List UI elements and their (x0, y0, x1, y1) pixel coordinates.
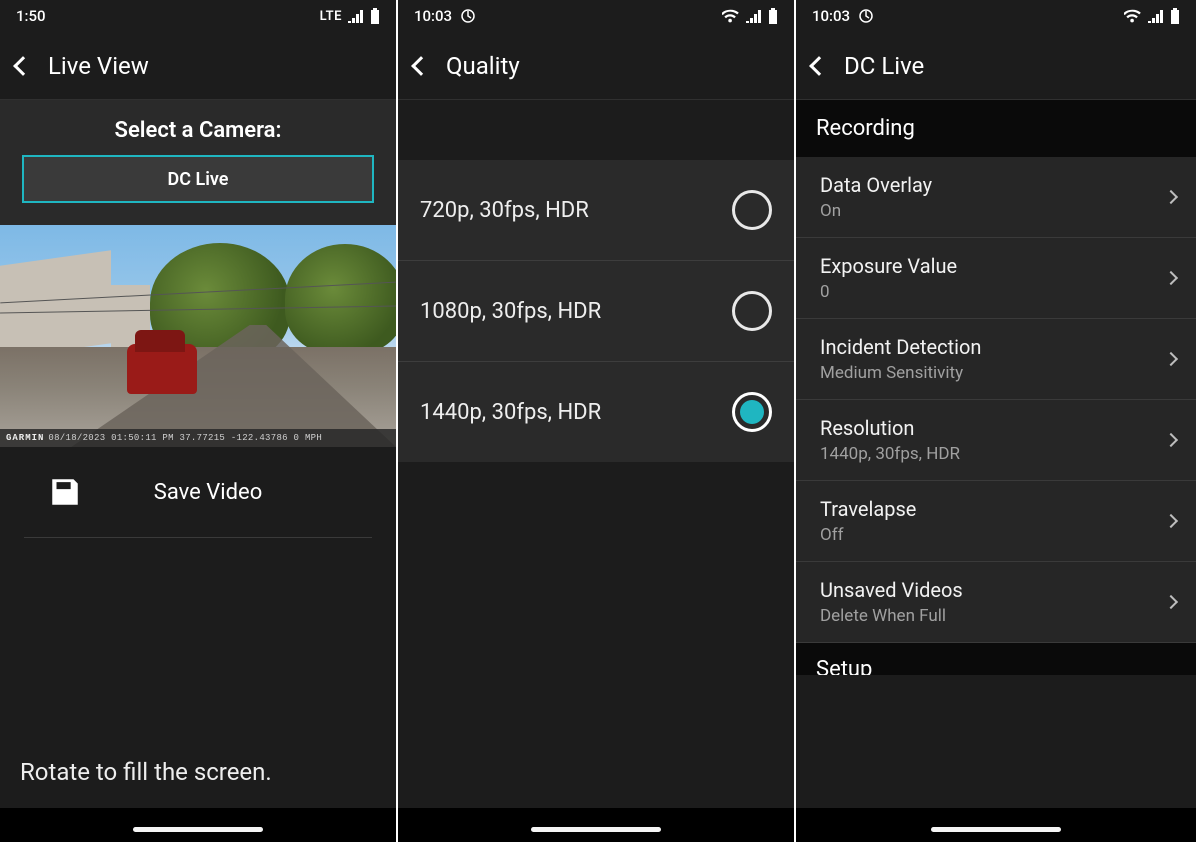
app-status-icon (858, 8, 874, 24)
settings-row-value: 0 (820, 282, 957, 302)
video-overlay-text: GARMIN08/18/2023 01:50:11 PM 37.77215 -1… (0, 429, 396, 447)
section-header-recording: Recording (796, 100, 1196, 157)
wifi-icon (1124, 9, 1142, 23)
back-icon[interactable] (411, 56, 431, 76)
settings-row[interactable]: Incident Detection Medium Sensitivity (796, 319, 1196, 400)
chevron-right-icon (1164, 352, 1178, 366)
settings-row-title: Resolution (820, 416, 960, 440)
network-label: LTE (320, 9, 342, 24)
quality-option-label: 1080p, 30fps, HDR (420, 299, 601, 324)
settings-row[interactable]: Travelapse Off (796, 481, 1196, 562)
back-icon[interactable] (13, 56, 33, 76)
wifi-icon (722, 9, 740, 23)
quality-option[interactable]: 1440p, 30fps, HDR (398, 361, 794, 462)
settings-list: Data Overlay On Exposure Value 0 Incident De… (796, 157, 1196, 643)
battery-icon (370, 8, 380, 24)
chevron-right-icon (1164, 514, 1178, 528)
settings-row[interactable]: Data Overlay On (796, 157, 1196, 238)
selector-heading: Select a Camera: (22, 118, 374, 143)
signal-icon (348, 9, 364, 23)
radio-icon (732, 392, 772, 432)
section-header-setup: Setup (796, 643, 1196, 675)
header: Live View (0, 32, 396, 100)
settings-row-title: Incident Detection (820, 335, 981, 359)
home-indicator[interactable] (931, 827, 1061, 832)
page-title: DC Live (844, 52, 924, 80)
page-title: Quality (446, 52, 520, 80)
rotate-hint: Rotate to fill the screen. (0, 758, 396, 786)
screen-quality: 10:03 Quality 720p, 30fps, HDR 1080p, 30f… (398, 0, 796, 842)
settings-row-value: Off (820, 525, 916, 545)
camera-selector: Select a Camera: DC Live (0, 100, 396, 225)
settings-row-title: Data Overlay (820, 173, 932, 197)
quality-option-list: 720p, 30fps, HDR 1080p, 30fps, HDR 1440p, … (398, 160, 794, 462)
settings-row[interactable]: Unsaved Videos Delete When Full (796, 562, 1196, 643)
header: Quality (398, 32, 794, 100)
back-icon[interactable] (809, 56, 829, 76)
signal-icon (1148, 9, 1164, 23)
settings-row-title: Unsaved Videos (820, 578, 963, 602)
battery-icon (768, 8, 778, 24)
chevron-right-icon (1164, 595, 1178, 609)
radio-icon (732, 291, 772, 331)
header: DC Live (796, 32, 1196, 100)
page-title: Live View (48, 52, 149, 80)
screen-live-view: 1:50 LTE Live View Select a Camera: DC L… (0, 0, 398, 842)
battery-icon (1170, 8, 1180, 24)
signal-icon (746, 9, 762, 23)
status-bar: 10:03 (796, 0, 1196, 32)
chevron-right-icon (1164, 190, 1178, 204)
chevron-right-icon (1164, 271, 1178, 285)
quality-option[interactable]: 720p, 30fps, HDR (398, 160, 794, 260)
settings-row[interactable]: Exposure Value 0 (796, 238, 1196, 319)
status-bar: 10:03 (398, 0, 794, 32)
live-video-preview[interactable]: GARMIN08/18/2023 01:50:11 PM 37.77215 -1… (0, 225, 396, 447)
settings-row[interactable]: Resolution 1440p, 30fps, HDR (796, 400, 1196, 481)
camera-select-button[interactable]: DC Live (22, 155, 374, 203)
app-status-icon (460, 8, 476, 24)
home-indicator[interactable] (531, 827, 661, 832)
chevron-right-icon (1164, 433, 1178, 447)
status-bar: 1:50 LTE (0, 0, 396, 32)
home-indicator[interactable] (133, 827, 263, 832)
status-time: 10:03 (414, 7, 452, 25)
screen-dc-live-settings: 10:03 DC Live Recording Data Overlay On Ex… (796, 0, 1196, 842)
settings-row-title: Travelapse (820, 497, 916, 521)
settings-row-value: On (820, 201, 932, 221)
save-video-button[interactable]: Save Video (24, 447, 372, 538)
status-time: 1:50 (16, 7, 46, 25)
settings-row-title: Exposure Value (820, 254, 957, 278)
settings-row-value: 1440p, 30fps, HDR (820, 444, 960, 464)
radio-icon (732, 190, 772, 230)
status-time: 10:03 (812, 7, 850, 25)
quality-option-label: 1440p, 30fps, HDR (420, 400, 601, 425)
settings-row-value: Medium Sensitivity (820, 363, 981, 383)
quality-option-label: 720p, 30fps, HDR (420, 198, 589, 223)
quality-option[interactable]: 1080p, 30fps, HDR (398, 260, 794, 361)
settings-row-value: Delete When Full (820, 606, 963, 626)
